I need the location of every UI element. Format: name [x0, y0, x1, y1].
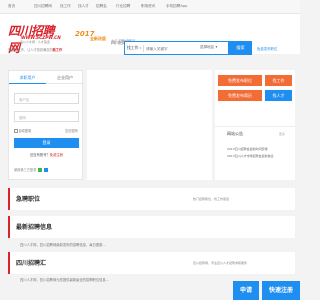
section-latest-jobs: 最新招聘信息 — [8, 216, 295, 238]
search-box: 找工作 ▾ 选择地区 ▾ — [124, 41, 229, 55]
chevron-down-icon: ▾ — [215, 45, 218, 49]
nav-find-job[interactable]: 找工作 — [60, 4, 71, 9]
forgot-password-link[interactable]: 忘记密码 — [65, 128, 78, 133]
wechat-icon[interactable] — [37, 168, 42, 172]
section-accent — [8, 252, 10, 274]
nav-industry[interactable]: 行业招聘 — [116, 4, 130, 9]
header: 四川招聘网 WWW.SCZPW.CN 四川人才网 · 人才首选 2017 全新改… — [0, 14, 300, 55]
find-talent-button[interactable]: 找人才 — [265, 90, 292, 101]
nav-home[interactable]: 首页 — [8, 4, 15, 9]
register-hint: 还没有账号？免费注册 — [30, 153, 63, 157]
login-button[interactable]: 登录 — [14, 138, 79, 148]
side-panel: 免费发布职位 找工作 免费发布简历 找人才 网站公告 更多 2017四川招聘会最… — [215, 70, 295, 180]
post-job-button[interactable]: 免费发布职位 — [218, 75, 262, 86]
section-title: 四川招聘汇 — [16, 260, 47, 267]
logo-sub: 四川人才网 · 人才首选 — [20, 40, 50, 44]
chevron-down-icon: ▾ — [139, 46, 142, 50]
post-resume-button[interactable]: 免费发布简历 — [218, 90, 262, 101]
slogan: 免费找工作，让人才找到满意的新工作 — [8, 48, 63, 52]
quick-register-button[interactable]: 快速注册 — [262, 281, 300, 300]
section-title: 急聘职位 — [16, 196, 41, 203]
third-party-login: 使用第三方登录 — [14, 167, 48, 172]
tab-personal[interactable]: 求职用户 — [9, 71, 46, 84]
section-meta: 四川招聘网，专注四川人才招聘求职服务 — [193, 261, 248, 265]
nav-app[interactable]: 手机招聘App — [166, 4, 187, 9]
nav-job-fair[interactable]: 招聘会 — [96, 4, 107, 9]
remember-checkbox[interactable]: 自动登录 — [14, 128, 31, 133]
bottom-bar: 申请 快速注册 — [0, 281, 300, 300]
section-urgent-jobs: 急聘职位 热门招聘职位，找工作首选 — [8, 188, 295, 210]
notice-box: 网站公告 更多 2017四川招聘会最新时间安排 2017四川人才市场招聘会最新信… — [215, 126, 295, 166]
search-button[interactable]: 搜索 — [229, 41, 252, 55]
username-field[interactable]: 用户名 — [14, 93, 79, 104]
section-title: 最新招聘信息 — [16, 224, 53, 231]
section-accent — [8, 216, 10, 238]
tab-company[interactable]: 企业用户 — [47, 71, 83, 84]
year-sub: 全新改版 — [90, 36, 106, 41]
login-tabs: 求职用户 企业用户 — [9, 71, 84, 84]
notice-more-link[interactable]: 更多 — [279, 132, 285, 136]
checkbox-icon — [14, 129, 18, 133]
page: 首页 四川招聘网 找工作 找人才 招聘会 行业招聘 职场资讯 手机招聘App 四… — [0, 0, 300, 300]
notice-item[interactable]: 2017四川招聘会最新时间安排 — [227, 147, 268, 151]
search-type-select[interactable]: 找工作 ▾ — [127, 45, 141, 51]
section-job-hub: 四川招聘汇 四川招聘网，专注四川人才招聘求职服务 — [8, 252, 295, 274]
nav-site[interactable]: 四川招聘网 — [34, 4, 52, 9]
area-select[interactable]: 选择地区 ▾ — [200, 45, 217, 50]
nav-news[interactable]: 职场资讯 — [141, 4, 155, 9]
search-input[interactable] — [146, 44, 196, 53]
register-link[interactable]: 免费注册 — [50, 153, 63, 157]
list-item[interactable]: 四川人才网，四川招聘网最新发布的招聘信息，每日更新... — [8, 241, 295, 249]
site-logo[interactable]: 四川招聘网 WWW.SCZPW.CN 四川人才网 · 人才首选 — [8, 22, 63, 55]
banner-area — [87, 70, 212, 180]
section-meta: 热门招聘职位，找工作首选 — [193, 197, 230, 201]
qq-icon[interactable] — [43, 168, 48, 172]
notice-title: 网站公告 — [227, 131, 243, 136]
login-panel: 求职用户 企业用户 用户名 密码 自动登录 忘记密码 登录 还没有账号？免费注册… — [8, 70, 84, 180]
password-field[interactable]: 密码 — [14, 111, 79, 122]
find-job-button[interactable]: 找工作 — [265, 75, 292, 86]
notice-item[interactable]: 2017四川人才市场招聘会最新信息 — [227, 154, 274, 158]
top-nav: 首页 四川招聘网 找工作 找人才 招聘会 行业招聘 职场资讯 手机招聘App — [0, 0, 300, 14]
publish-job-link[interactable]: 免费发布职位 — [257, 46, 277, 51]
apply-button[interactable]: 申请 — [233, 281, 259, 300]
nav-find-talent[interactable]: 找人才 — [78, 4, 89, 9]
divider — [143, 45, 144, 52]
section-accent — [8, 188, 10, 210]
